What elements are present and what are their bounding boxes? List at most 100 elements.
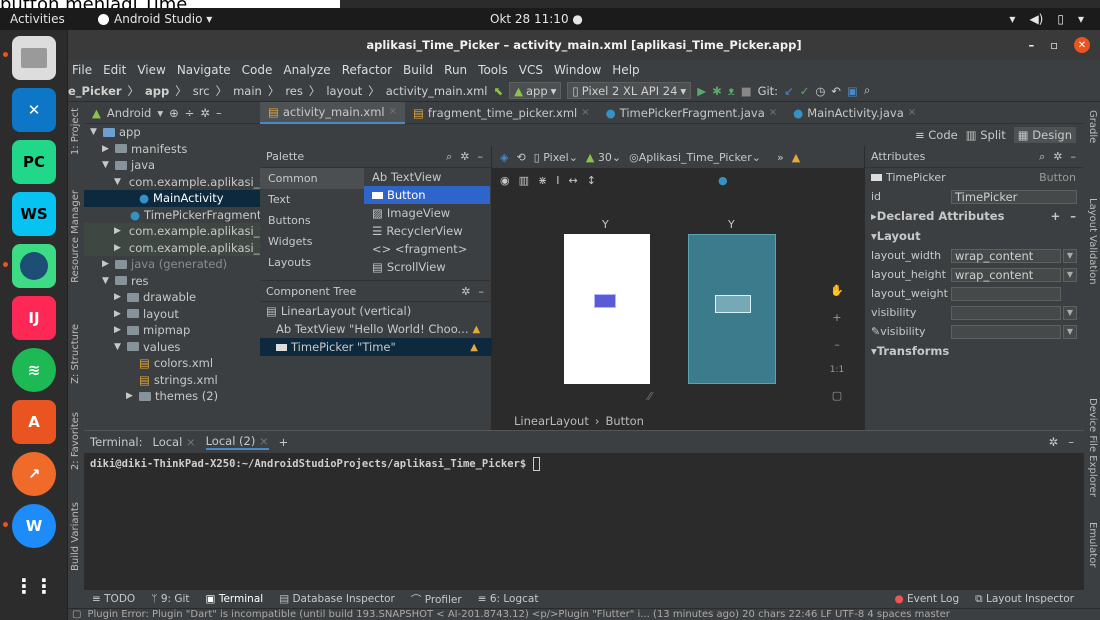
menu-build[interactable]: Build	[403, 63, 433, 77]
menu-view[interactable]: View	[137, 63, 165, 77]
chevron-down-icon[interactable]: ▼	[1063, 248, 1077, 263]
project-view-select[interactable]: Android	[107, 106, 151, 120]
status-message[interactable]: Plugin Error: Plugin "Dart" is incompati…	[87, 609, 949, 620]
palette-category[interactable]: Layouts	[260, 252, 364, 273]
chevron-icon[interactable]: ▶	[102, 144, 111, 154]
structure-tab[interactable]: Z: Structure	[70, 324, 81, 384]
hide-icon[interactable]: –	[1071, 150, 1077, 164]
chevron-icon[interactable]: ▶	[114, 243, 121, 253]
close-tab-icon[interactable]: ×	[769, 107, 777, 118]
zoom-out-icon[interactable]: –	[834, 338, 840, 351]
gear-icon[interactable]: ✲	[1049, 435, 1059, 449]
tree-item[interactable]: ▶ com.example.aplikasi_time_picker	[84, 223, 260, 240]
menu-tools[interactable]: Tools	[478, 63, 508, 77]
crumb-project[interactable]: e_Picker	[68, 84, 122, 98]
palette-item-button[interactable]: Button	[364, 186, 490, 204]
chevron-down-icon[interactable]: ▼	[1063, 305, 1077, 320]
tree-item[interactable]: ▶ mipmap	[84, 322, 260, 339]
tree-item[interactable]: ▶ layout	[84, 306, 260, 323]
timepicker-blueprint[interactable]	[715, 295, 751, 313]
tree-item[interactable]: ▼ java	[84, 157, 260, 174]
activities-button[interactable]: Activities	[10, 12, 65, 26]
pin-icon[interactable]: Y	[602, 218, 609, 231]
event-log-tab[interactable]: ● Event Log	[894, 593, 959, 605]
emulator-tab[interactable]: Emulator	[1087, 522, 1098, 567]
design-view-button[interactable]: ▦ Design	[1013, 127, 1076, 143]
logcat-tab[interactable]: ≡ 6: Logcat	[478, 593, 539, 605]
tree-item[interactable]: ▤ strings.xml	[84, 372, 260, 389]
layout-height-field[interactable]: wrap_content	[951, 267, 1061, 282]
software-center-icon[interactable]: A	[12, 400, 56, 444]
theme-select[interactable]: ◎Aplikasi_Time_Picker⌄	[629, 151, 761, 164]
database-inspector-tab[interactable]: ▤ Database Inspector	[279, 593, 395, 605]
favorites-tab[interactable]: 2: Favorites	[70, 412, 81, 470]
layers-icon[interactable]: ◈	[500, 151, 508, 164]
chevron-icon[interactable]: ▼	[90, 127, 99, 137]
hammer-icon[interactable]: ⬉	[493, 84, 503, 98]
pack-vertical-icon[interactable]: ↕	[587, 174, 596, 187]
crumb-res[interactable]: res	[285, 84, 303, 98]
postman-icon[interactable]: ↗	[12, 452, 56, 496]
pycharm-icon[interactable]: PC	[12, 140, 56, 184]
menu-refactor[interactable]: Refactor	[342, 63, 392, 77]
git-rollback-icon[interactable]: ↶	[831, 84, 841, 98]
git-commit-icon[interactable]: ✓	[800, 84, 810, 98]
guideline-icon[interactable]: I	[556, 174, 559, 187]
files-icon[interactable]	[12, 36, 56, 80]
menu-vcs[interactable]: VCS	[519, 63, 543, 77]
margin-icon[interactable]: ▥	[519, 174, 529, 187]
tree-item[interactable]: ▶ com.example.aplikasi_time_picker	[84, 239, 260, 256]
id-field[interactable]: TimePicker	[951, 189, 1077, 204]
palette-item-textview[interactable]: Ab TextView	[364, 168, 490, 186]
design-preview[interactable]	[564, 234, 650, 384]
tree-item[interactable]: ▶ manifests	[84, 141, 260, 158]
zoom-actual-icon[interactable]: 1:1	[830, 365, 844, 375]
declared-attributes-header[interactable]: ▸ Declared Attributes + –	[865, 206, 1084, 226]
pin-icon[interactable]: Y	[728, 218, 735, 231]
device-file-explorer-tab[interactable]: Device File Explorer	[1087, 398, 1098, 497]
profile-icon[interactable]: ᴥ	[728, 84, 735, 98]
crumb-app[interactable]: app	[145, 84, 169, 98]
tree-item[interactable]: ▼ com.example.aplikasi_time_picker	[84, 174, 260, 191]
tree-item[interactable]: ▼ values	[84, 339, 260, 356]
tree-item[interactable]: ▶ drawable	[84, 289, 260, 306]
tree-item[interactable]: ▤ colors.xml	[84, 355, 260, 372]
layout-section-header[interactable]: ▾ Layout	[865, 226, 1084, 246]
close-tab-icon[interactable]: ×	[186, 435, 196, 449]
palette-category[interactable]: Common	[260, 168, 364, 189]
transforms-section-header[interactable]: ▾ Transforms	[865, 341, 1084, 361]
tab-mainactivity-java[interactable]: ● MainActivity.java ×	[785, 102, 924, 124]
target-icon[interactable]: ⊕	[169, 106, 179, 120]
orientation-icon[interactable]: ⟲	[516, 151, 525, 164]
terminal-tab-local[interactable]: Local ×	[152, 435, 195, 449]
maximize-icon[interactable]: ▫	[1050, 38, 1058, 52]
tab-fragment-time-picker[interactable]: ▤ fragment_time_picker.xml ×	[405, 102, 598, 124]
chevron-icon[interactable]: ▼	[114, 177, 121, 187]
resource-manager-tab[interactable]: Resource Manager	[70, 190, 81, 283]
layout-width-field[interactable]: wrap_content	[951, 248, 1061, 263]
app-menu[interactable]: Android Studio ▾	[98, 12, 212, 26]
run-icon[interactable]: ▶	[697, 84, 706, 98]
tree-item[interactable]: ▶ java (generated)	[84, 256, 260, 273]
tree-row-timepicker[interactable]: TimePicker "Time" ▲	[260, 338, 492, 356]
minimize-icon[interactable]: –	[1028, 38, 1034, 52]
gear-icon[interactable]: ✲	[461, 285, 470, 298]
visibility-field[interactable]	[951, 305, 1061, 320]
stop-icon[interactable]: ■	[741, 84, 752, 98]
menu-navigate[interactable]: Navigate	[177, 63, 231, 77]
tree-item[interactable]: ▼ res	[84, 273, 260, 290]
menu-file[interactable]: File	[72, 63, 92, 77]
hide-icon[interactable]: –	[216, 106, 222, 120]
close-tab-icon[interactable]: ×	[581, 107, 589, 118]
build-variants-tab[interactable]: Build Variants	[70, 502, 81, 571]
search-icon[interactable]: ⌕	[446, 150, 452, 164]
menu-edit[interactable]: Edit	[103, 63, 126, 77]
webstorm-icon[interactable]: WS	[12, 192, 56, 236]
palette-item-imageview[interactable]: ▨ ImageView	[364, 204, 490, 222]
layout-weight-field[interactable]	[951, 286, 1061, 301]
collapse-icon[interactable]: ÷	[185, 106, 195, 120]
vscode-icon[interactable]: ✕	[12, 88, 56, 132]
tree-item[interactable]: ▼ app	[84, 124, 260, 141]
terminal-tab-local-2[interactable]: Local (2) ×	[205, 434, 269, 450]
menu-analyze[interactable]: Analyze	[283, 63, 330, 77]
